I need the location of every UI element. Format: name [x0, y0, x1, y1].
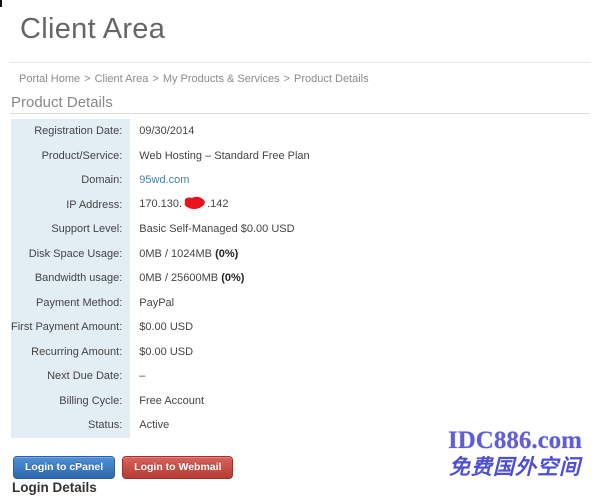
row-label: Support Level: — [11, 217, 130, 242]
row-value: PayPal — [130, 291, 590, 316]
breadcrumb-link[interactable]: Client Area — [95, 73, 149, 85]
breadcrumb-separator: > — [280, 73, 294, 85]
scan-artifact — [0, 0, 2, 7]
table-row: Payment Method:PayPal — [11, 291, 590, 316]
table-row: Disk Space Usage:0MB / 1024MB (0%) — [11, 242, 590, 267]
row-label: Disk Space Usage: — [11, 242, 130, 267]
watermark-slogan: 免费国外空间 — [443, 454, 587, 480]
table-row: First Payment Amount:$0.00 USD — [11, 315, 590, 340]
breadcrumb-separator: > — [80, 73, 94, 85]
table-row: Support Level:Basic Self-Managed $0.00 U… — [11, 217, 590, 242]
row-label: Status: — [11, 413, 130, 438]
row-value: 0MB / 25600MB (0%) — [130, 266, 590, 291]
row-label: Payment Method: — [11, 291, 130, 316]
row-label: Bandwidth usage: — [11, 266, 130, 291]
row-value: – — [130, 364, 590, 389]
table-row: Status:Active — [11, 413, 590, 438]
row-value: $0.00 USD — [130, 315, 590, 340]
row-value: $0.00 USD — [130, 340, 590, 365]
domain-link[interactable]: 95wd.com — [139, 174, 189, 186]
breadcrumb-link[interactable]: Portal Home — [19, 73, 80, 85]
row-label: IP Address: — [11, 193, 130, 218]
ip-prefix: 170.130. — [139, 198, 182, 210]
table-row: Registration Date:09/30/2014 — [11, 119, 590, 144]
row-label: Billing Cycle: — [11, 389, 130, 414]
row-value: 95wd.com — [130, 168, 590, 193]
row-label: Domain: — [11, 168, 130, 193]
row-value: Free Account — [130, 389, 590, 414]
login-to-cpanel-button[interactable]: Login to cPanel — [13, 456, 115, 479]
action-buttons: Login to cPanel Login to Webmail — [13, 456, 233, 479]
row-value: Basic Self-Managed $0.00 USD — [130, 217, 590, 242]
login-to-webmail-button[interactable]: Login to Webmail — [122, 456, 233, 479]
usage-percent: (0%) — [221, 272, 244, 284]
row-label: Product/Service: — [11, 144, 130, 169]
table-row: Domain: 95wd.com — [11, 168, 590, 193]
breadcrumb-separator: > — [148, 73, 162, 85]
section-title-product-details: Product Details — [11, 94, 113, 111]
breadcrumb: Portal Home>Client Area>My Products & Se… — [19, 73, 369, 85]
product-details-table: Registration Date:09/30/2014Product/Serv… — [11, 119, 590, 438]
usage-percent: (0%) — [215, 248, 238, 260]
page-title: Client Area — [20, 13, 165, 46]
breadcrumb-link: Product Details — [294, 73, 369, 85]
redaction-scribble — [183, 196, 206, 213]
row-value: 09/30/2014 — [130, 119, 590, 144]
table-row: Product/Service:Web Hosting – Standard F… — [11, 144, 590, 169]
row-value: 0MB / 1024MB (0%) — [130, 242, 590, 267]
row-label: Registration Date: — [11, 119, 130, 144]
table-row: IP Address: 170.130. .142 — [11, 193, 590, 218]
breadcrumb-link[interactable]: My Products & Services — [163, 73, 280, 85]
row-label: First Payment Amount: — [11, 315, 130, 340]
table-row: Next Due Date:– — [11, 364, 590, 389]
ip-suffix: .142 — [207, 198, 228, 210]
header-divider — [9, 62, 591, 63]
table-row: Bandwidth usage:0MB / 25600MB (0%) — [11, 266, 590, 291]
table-row: Billing Cycle:Free Account — [11, 389, 590, 414]
row-label: Next Due Date: — [11, 364, 130, 389]
section-divider — [10, 113, 590, 114]
row-value: Active — [130, 413, 590, 438]
row-label: Recurring Amount: — [11, 340, 130, 365]
table-row: Recurring Amount:$0.00 USD — [11, 340, 590, 365]
login-details-title: Login Details — [12, 480, 97, 495]
row-value: 170.130. .142 — [130, 193, 590, 218]
row-value: Web Hosting – Standard Free Plan — [130, 144, 590, 169]
product-details-table-body: Registration Date:09/30/2014Product/Serv… — [11, 119, 590, 438]
